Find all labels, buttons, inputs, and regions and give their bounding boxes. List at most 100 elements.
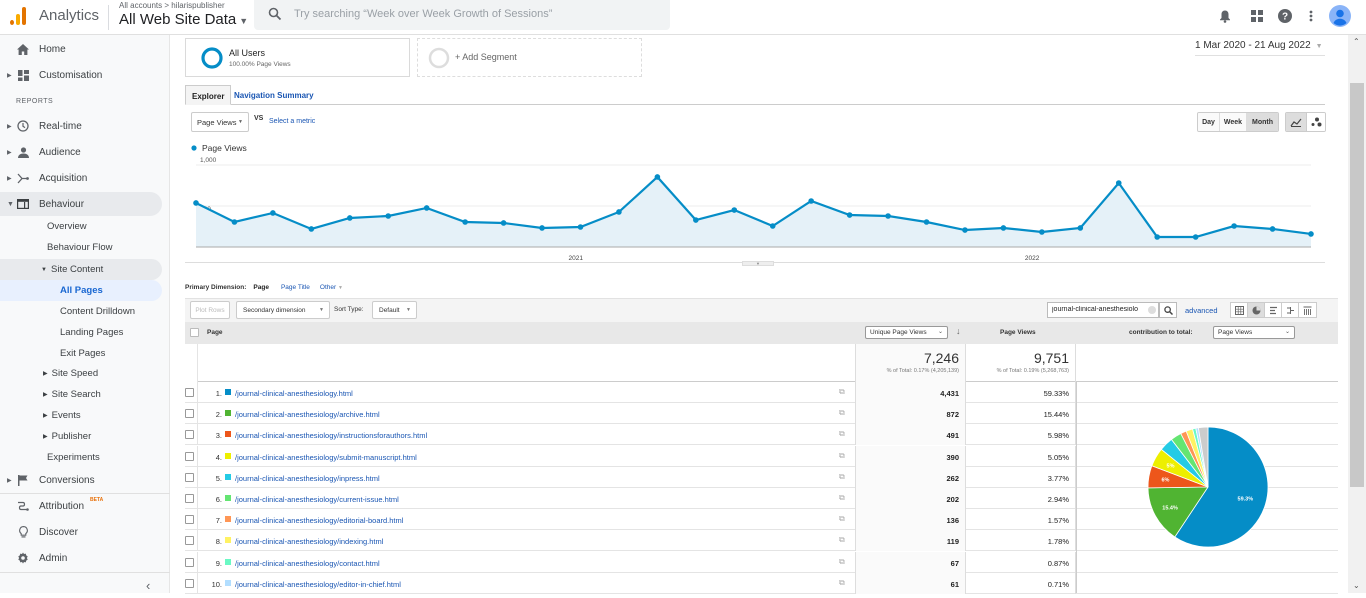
sidebar-item-experiments[interactable]: Experiments [47,447,100,467]
comparison-view-icon[interactable] [1282,303,1299,317]
dimension-page-title[interactable]: Page Title [281,284,310,291]
data-table-view-icon[interactable] [1231,303,1248,317]
sidebar-item-publisher[interactable]: ▶ Publisher [43,426,91,446]
help-icon[interactable]: ? [1277,8,1293,24]
granularity-month[interactable]: Month [1247,113,1278,131]
sidebar-item-audience[interactable]: ▶ Audience [0,141,162,163]
account-avatar-icon[interactable] [1328,4,1352,28]
contribution-select[interactable]: Page Views ⌄ [1213,326,1295,339]
dimension-page[interactable]: Page [253,284,269,291]
sidebar-item-behaviour[interactable]: ▼ Behaviour [0,192,162,216]
sidebar-item-site-search[interactable]: ▶ Site Search [43,384,101,404]
pivot-view-icon[interactable] [1299,303,1316,317]
open-link-icon[interactable]: ⧉ [839,408,845,418]
sidebar-item-site-content[interactable]: ▼ Site Content [0,259,162,280]
open-link-icon[interactable]: ⧉ [839,451,845,461]
row-page-link[interactable]: /journal-clinical-anesthesiology/archive… [235,410,380,419]
sidebar-item-acquisition[interactable]: ▶ Acquisition [0,167,162,189]
scrollbar-thumb[interactable] [1350,83,1364,487]
open-link-icon[interactable]: ⧉ [839,472,845,482]
pie-view-icon[interactable] [1248,303,1265,317]
row-checkbox[interactable] [185,388,194,397]
sidebar-item-customisation[interactable]: ▶ Customisation [0,64,162,86]
sidebar-item-attribution[interactable]: Attribution BETA [0,495,162,517]
metric-select[interactable]: Page Views ▼ [191,112,249,132]
filter-search-button[interactable] [1159,302,1177,318]
open-link-icon[interactable]: ⧉ [839,429,845,439]
row-page-link[interactable]: /journal-clinical-anesthesiology/instruc… [235,431,427,440]
row-page-link[interactable]: /journal-clinical-anesthesiology/submit-… [235,453,417,462]
table-filter-input[interactable]: journal-clinical-anesthesiolo [1047,302,1159,318]
sidebar-item-home[interactable]: Home [0,38,162,60]
row-page-link[interactable]: /journal-clinical-anesthesiology/editor-… [235,580,401,589]
sidebar-item-all-pages[interactable]: All Pages [0,280,162,301]
row-page-link[interactable]: /journal-clinical-anesthesiology/inpress… [235,474,380,483]
column-header-page[interactable]: Page [207,329,223,336]
column-header-pageviews[interactable]: Page Views [1000,329,1036,336]
search-box[interactable]: Try searching “Week over Week Growth of … [254,0,670,30]
motion-chart-icon[interactable] [1306,113,1325,131]
open-link-icon[interactable]: ⧉ [839,557,845,567]
sidebar-item-discover[interactable]: Discover [0,521,162,543]
open-link-icon[interactable]: ⧉ [839,493,845,503]
unique-page-views-column-select[interactable]: Unique Page Views ⌄ [865,326,948,339]
row-checkbox[interactable] [185,557,194,567]
collapse-sidebar-icon[interactable]: ‹ [146,578,150,593]
open-link-icon[interactable]: ⧉ [839,387,845,397]
row-checkbox[interactable] [185,451,194,461]
sort-type-select[interactable]: Default ▼ [372,301,417,319]
open-link-icon[interactable]: ⧉ [839,578,845,588]
row-checkbox[interactable] [185,515,194,525]
chart-resize-handle[interactable]: ▼ [742,261,774,266]
advanced-filter-link[interactable]: advanced [1185,306,1218,315]
sort-descending-icon[interactable]: ↓ [956,326,961,336]
row-page-link[interactable]: /journal-clinical-anesthesiology/indexin… [235,537,383,546]
tab-explorer[interactable]: Explorer [185,85,232,105]
sidebar-item-conversions[interactable]: ▶ Conversions [0,469,162,491]
granularity-day[interactable]: Day [1198,113,1220,131]
analytics-logo[interactable] [10,7,28,25]
date-range-picker[interactable]: 1 Mar 2020 - 21 Aug 2022 ▼ [1195,40,1323,51]
sidebar-item-events[interactable]: ▶ Events [43,405,81,425]
open-link-icon[interactable]: ⧉ [839,514,845,524]
bell-icon[interactable] [1217,8,1233,24]
row-page-link[interactable]: /journal-clinical-anesthesiology.html [235,389,353,398]
row-checkbox[interactable] [185,536,194,546]
sidebar-item-realtime[interactable]: ▶ Real-time [0,115,162,137]
more-vert-icon[interactable] [1303,8,1319,24]
line-chart-icon[interactable] [1286,113,1306,131]
performance-view-icon[interactable] [1265,303,1282,317]
select-metric-link[interactable]: Select a metric [269,118,315,125]
sidebar-item-admin[interactable]: Admin [0,547,162,569]
dimension-other[interactable]: Other ▼ [320,284,343,291]
sidebar-item-behaviour-flow[interactable]: Behaviour Flow [47,237,112,257]
sidebar-item-content-drilldown[interactable]: Content Drilldown [60,301,135,321]
property-selector[interactable]: All Web Site Data ▼ [119,11,248,28]
account-breadcrumb[interactable]: All accounts > hilarispublisher [119,1,225,10]
sidebar-item-landing-pages[interactable]: Landing Pages [60,322,123,342]
clear-filter-icon[interactable] [1148,306,1156,314]
scrollbar[interactable]: ⌃ ⌄ [1348,35,1366,593]
row-page-link[interactable]: /journal-clinical-anesthesiology/contact… [235,559,380,568]
row-checkbox[interactable] [185,494,194,503]
plot-rows-button[interactable]: Plot Rows [190,301,230,319]
granularity-week[interactable]: Week [1220,113,1247,131]
row-checkbox[interactable] [185,578,194,588]
scroll-down-icon[interactable]: ⌄ [1353,581,1360,590]
row-page-link[interactable]: /journal-clinical-anesthesiology/current… [235,495,399,504]
open-link-icon[interactable]: ⧉ [839,535,845,545]
tab-navigation-summary[interactable]: Navigation Summary [228,85,320,105]
segment-all-users[interactable]: All Users 100.00% Page Views [185,38,410,77]
sidebar-item-exit-pages[interactable]: Exit Pages [60,343,105,363]
row-checkbox[interactable] [185,409,194,419]
sidebar-item-site-speed[interactable]: ▶ Site Speed [43,363,98,383]
sidebar-item-overview[interactable]: Overview [47,216,87,236]
secondary-dimension-select[interactable]: Secondary dimension ▼ [236,301,330,319]
add-segment-button[interactable]: + Add Segment [417,38,642,77]
row-checkbox[interactable] [185,472,194,482]
row-checkbox[interactable] [185,430,194,440]
select-all-checkbox[interactable] [190,328,199,337]
apps-grid-icon[interactable] [1249,8,1265,24]
row-page-link[interactable]: /journal-clinical-anesthesiology/editori… [235,516,403,525]
scroll-up-icon[interactable]: ⌃ [1353,37,1360,46]
